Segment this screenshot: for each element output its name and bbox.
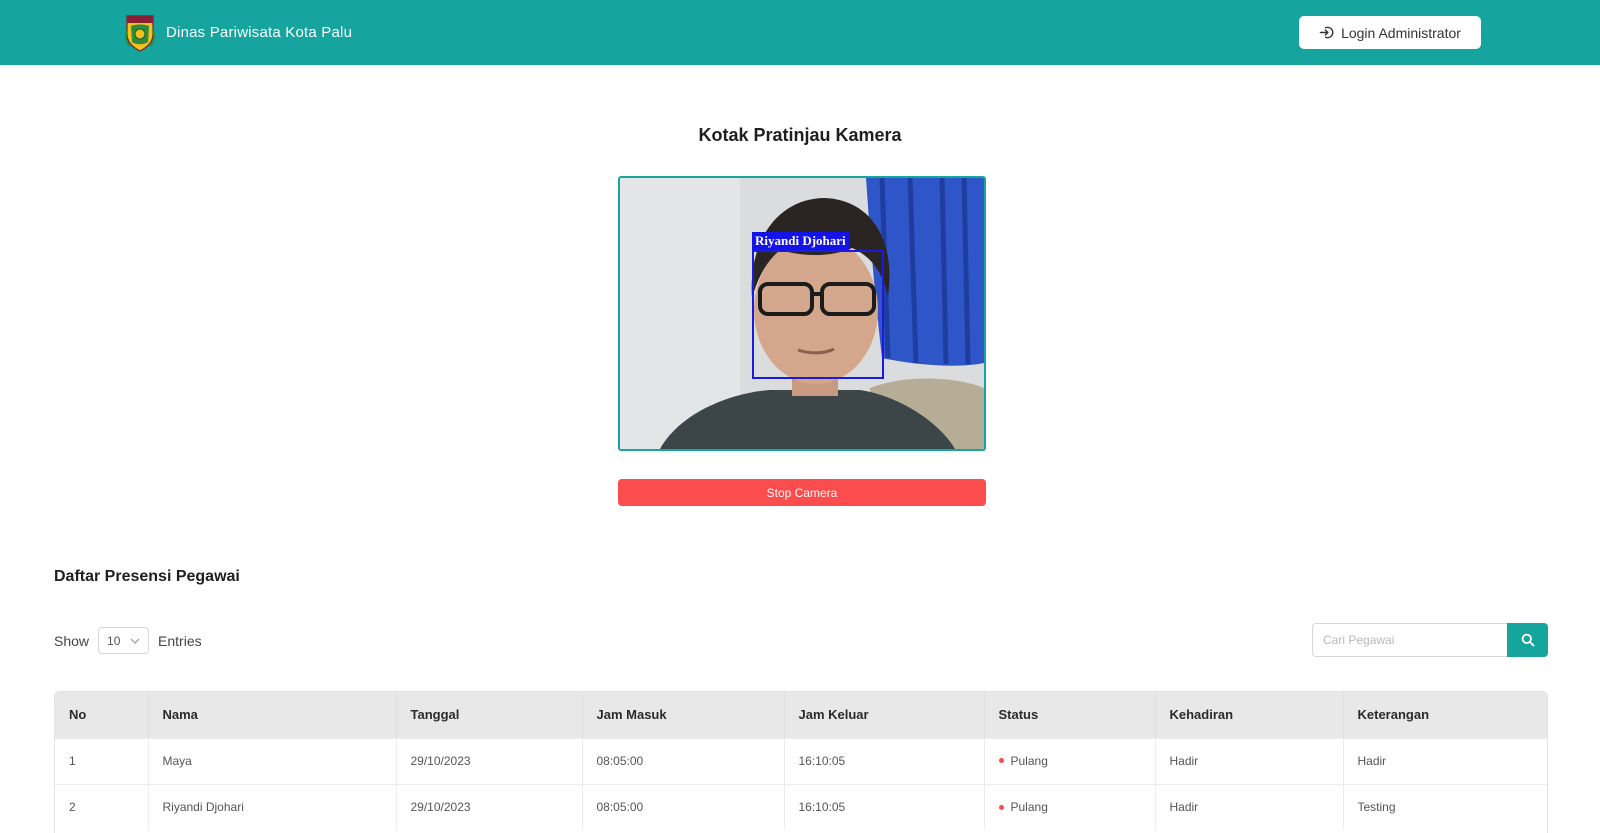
cell-no: 2 [55,784,149,830]
column-header-keterangan[interactable]: Keterangan [1343,692,1547,738]
status-text: Pulang [1010,800,1048,815]
cell-keterangan: Testing [1357,800,1396,815]
column-header-tanggal[interactable]: Tanggal [396,692,583,738]
cell-tanggal: 29/10/2023 [396,784,583,830]
login-icon [1319,26,1334,39]
status-dot-icon [998,758,1004,764]
column-header-nama[interactable]: Nama [148,692,397,738]
column-header-kehadiran[interactable]: Kehadiran [1155,692,1344,738]
chevron-down-icon [130,638,140,644]
attendance-list-title: Daftar Presensi Pegawai [54,568,240,585]
search-icon [1521,633,1534,647]
entries-control: Show 10 Entries [54,627,202,654]
brand[interactable]: Dinas Pariwisata Kota Palu [124,12,352,52]
cell-jam-masuk: 08:05:00 [582,784,785,830]
cell-jam-keluar: 16:10:05 [784,784,985,830]
login-administrator-button[interactable]: Login Administrator [1299,16,1481,49]
cell-status: Pulang [984,738,1156,784]
cell-keterangan: Hadir [1357,754,1387,768]
column-header-jam-masuk[interactable]: Jam Masuk [582,692,785,738]
cell-jam-masuk: 08:05:00 [582,738,785,784]
top-navbar: Dinas Pariwisata Kota Palu Login Adminis… [0,0,1600,65]
show-label: Show [54,632,90,649]
login-button-label: Login Administrator [1341,24,1461,41]
cell-nama: Maya [148,738,397,784]
city-logo-icon [125,15,155,52]
entries-select[interactable]: 10 [98,627,150,654]
face-detection-label: Riyandi Djohari [752,232,849,250]
table-header-row: No Nama Tanggal Jam Masuk Jam Keluar Sta… [55,692,1547,738]
column-header-jam-keluar[interactable]: Jam Keluar [784,692,985,738]
cell-nama: Riyandi Djohari [148,784,397,830]
column-header-no[interactable]: No [55,692,149,738]
table-row[interactable]: 2 Riyandi Djohari 29/10/2023 08:05:00 16… [55,784,1547,830]
cell-no: 1 [55,738,149,784]
employee-search [1312,623,1548,657]
cell-kehadiran: Hadir [1155,738,1344,784]
camera-section-title: Kotak Pratinjau Kamera [698,125,902,145]
cell-kehadiran: Hadir [1155,784,1344,830]
cell-status: Pulang [984,784,1156,830]
entries-select-value: 10 [107,633,121,648]
face-detection-box [752,250,884,379]
entries-label: Entries [158,632,202,649]
search-button[interactable] [1507,623,1548,657]
search-input[interactable] [1312,623,1507,657]
column-header-status[interactable]: Status [984,692,1156,738]
status-dot-icon [998,804,1004,810]
table-row[interactable]: 1 Maya 29/10/2023 08:05:00 16:10:05 Pula… [55,738,1547,784]
cell-jam-keluar: 16:10:05 [784,738,985,784]
app-title: Dinas Pariwisata Kota Palu [166,23,353,41]
camera-preview: Riyandi Djohari [618,176,986,451]
stop-camera-button[interactable]: Stop Camera [618,479,986,506]
status-text: Pulang [1010,754,1048,768]
attendance-table: No Nama Tanggal Jam Masuk Jam Keluar Sta… [54,691,1548,833]
cell-tanggal: 29/10/2023 [396,738,583,784]
